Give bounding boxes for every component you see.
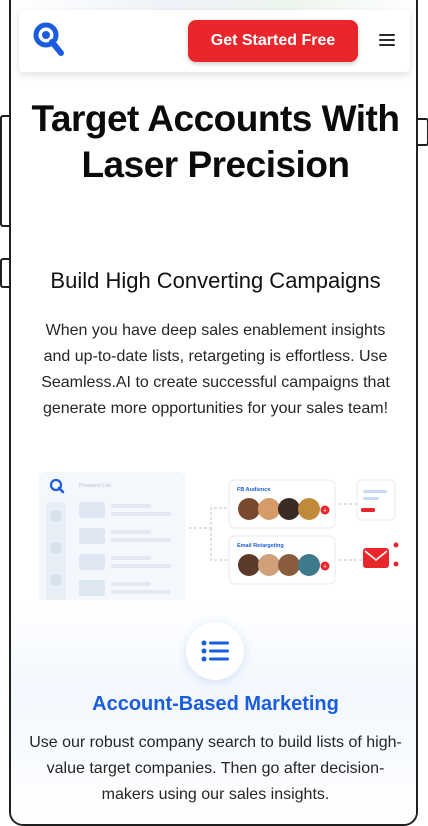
hero-description: When you have deep sales enablement insi…: [41, 322, 390, 417]
hamburger-menu-icon[interactable]: [379, 31, 395, 51]
section-subtitle: Build High Converting Campaigns: [50, 268, 381, 293]
email-retargeting-label: Email Retargeting: [237, 543, 284, 549]
navbar: Get Started Free: [19, 10, 410, 72]
prospect-list-label: Prospect List: [79, 483, 111, 489]
feature-title: Account-Based Marketing: [92, 693, 339, 715]
avatar: [298, 554, 320, 576]
avatar: [278, 498, 300, 520]
seamless-logo-icon[interactable]: [33, 22, 65, 58]
phone-frame: Get Started Free Target Accounts With La…: [9, 0, 418, 826]
side-button-power: [417, 118, 428, 146]
list-icon: [186, 622, 244, 680]
svg-text:+: +: [323, 564, 327, 571]
fb-audience-label: FB Audience: [237, 487, 270, 493]
avatar: [298, 498, 320, 520]
avatar: [278, 554, 300, 576]
campaign-illustration: Prospect List FB Audience + Email Retarg…: [39, 472, 399, 612]
avatar: [238, 498, 260, 520]
avatar: [258, 554, 280, 576]
email-icon: [363, 548, 389, 568]
feature-description: Use our robust company search to build l…: [29, 734, 402, 803]
get-started-button[interactable]: Get Started Free: [188, 20, 358, 62]
page-title: Target Accounts With Laser Precision: [31, 98, 400, 185]
svg-text:+: +: [323, 508, 327, 515]
avatar: [238, 554, 260, 576]
avatar: [258, 498, 280, 520]
